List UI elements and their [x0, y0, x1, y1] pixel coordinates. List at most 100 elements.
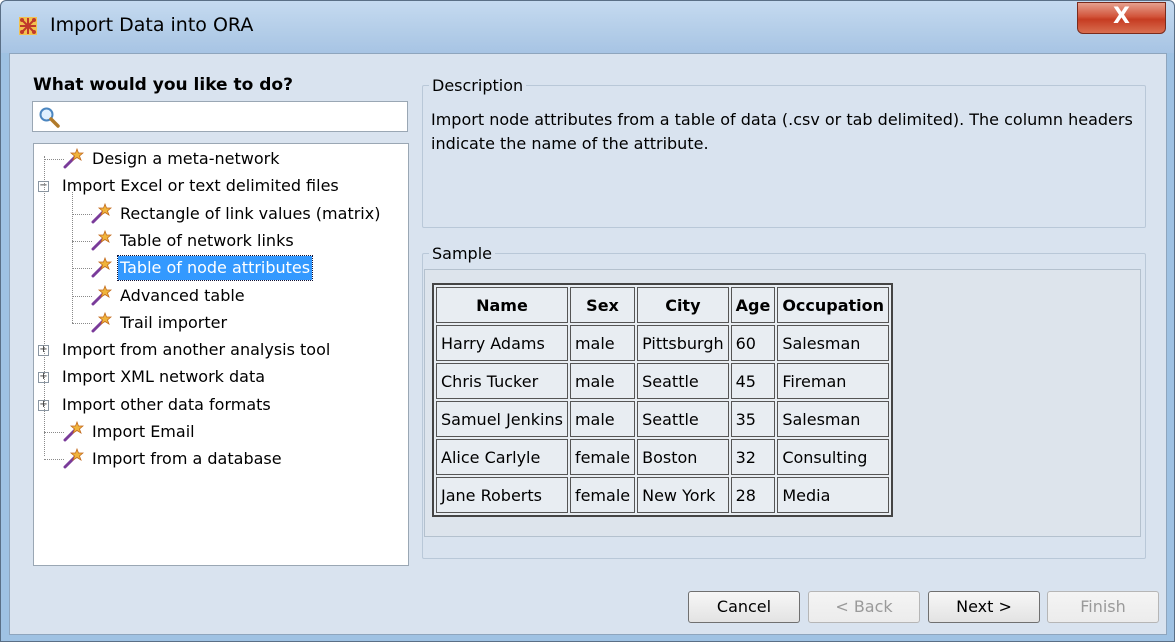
column-header: Name	[436, 287, 568, 323]
tree-item[interactable]: Trail importer	[34, 311, 408, 335]
ora-app-icon	[19, 17, 37, 35]
table-cell: 32	[730, 439, 776, 475]
tree-connector	[72, 295, 92, 297]
sample-table: Name Sex City Age Occupation Harry Adams male P…	[432, 283, 894, 517]
table-cell: Consulting	[777, 439, 890, 475]
cancel-button-label: Cancel	[716, 597, 772, 616]
table-cell: Salesman	[777, 325, 890, 361]
dialog-window: Import Data into ORA X What would you li…	[0, 0, 1175, 642]
table-cell: Seattle	[637, 401, 729, 437]
search-input[interactable]	[65, 105, 403, 128]
table-cell: Harry Adams	[436, 325, 568, 361]
column-header: Sex	[569, 287, 636, 323]
back-button-label: < Back	[835, 597, 893, 616]
table-cell: Boston	[637, 439, 729, 475]
search-icon	[39, 107, 60, 128]
table-row: Harry Adams male Pittsburgh 60 Salesman	[436, 325, 890, 361]
table-row: Jane Roberts female New York 28 Media	[436, 477, 890, 513]
table-cell: 60	[730, 325, 776, 361]
tree-guide-line	[44, 156, 45, 457]
magic-wand-icon	[90, 229, 113, 251]
table-row: Chris Tucker male Seattle 45 Fireman	[436, 363, 890, 399]
table-cell: female	[569, 477, 636, 513]
sample-label: Sample	[429, 244, 495, 263]
table-cell: 35	[730, 401, 776, 437]
description-text: Import node attributes from a table of d…	[431, 110, 1133, 153]
tree-item-label: Design a meta-network	[92, 149, 280, 168]
table-cell: Samuel Jenkins	[436, 401, 568, 437]
tree-connector	[72, 213, 92, 215]
tree-connector	[72, 322, 92, 324]
column-header: Age	[730, 287, 776, 323]
finish-button[interactable]: Finish	[1047, 591, 1159, 623]
table-cell: male	[569, 363, 636, 399]
table-cell: Alice Carlyle	[436, 439, 568, 475]
tree-item-label: Advanced table	[120, 285, 245, 305]
close-button[interactable]: X	[1077, 2, 1166, 34]
tree-item[interactable]: Table of node attributes	[34, 255, 408, 282]
tree-item-label: Import from a database	[92, 449, 282, 469]
import-options-tree: Design a meta-network − Import Excel or te…	[33, 143, 409, 566]
tree-item-label: Import Excel or text delimited files	[62, 176, 339, 196]
table-cell: male	[569, 401, 636, 437]
next-button[interactable]: Next >	[928, 591, 1040, 623]
table-cell: Pittsburgh	[637, 325, 729, 361]
table-row: Alice Carlyle female Boston 32 Consulting	[436, 439, 890, 475]
table-cell: Fireman	[777, 363, 890, 399]
tree-guide-line	[72, 192, 73, 323]
window-title: Import Data into ORA	[50, 14, 254, 36]
tree-connector	[44, 159, 64, 160]
title-bar[interactable]: Import Data into ORA X	[1, 1, 1174, 53]
finish-button-label: Finish	[1080, 597, 1126, 616]
tree-connector	[72, 240, 92, 242]
table-header-row: Name Sex City Age Occupation	[436, 287, 890, 323]
search-box[interactable]	[32, 101, 408, 132]
table-cell: Chris Tucker	[436, 363, 568, 399]
magic-wand-icon	[62, 447, 85, 469]
column-header: Occupation	[777, 287, 890, 323]
next-button-label: Next >	[956, 597, 1012, 616]
tree-item-label: Import other data formats	[62, 394, 271, 414]
tree-connector	[44, 459, 64, 461]
table-cell: New York	[637, 477, 729, 513]
table-cell: Jane Roberts	[436, 477, 568, 513]
tree-item-label: Import from another analysis tool	[62, 340, 331, 360]
tree-item[interactable]: + Import other data formats	[34, 393, 408, 417]
tree-item[interactable]: + Import XML network data	[34, 365, 408, 389]
tree-connector	[44, 432, 64, 433]
tree-item[interactable]: Import from a database	[34, 447, 408, 471]
tree-item-label: Table of network links	[120, 230, 294, 250]
description-group	[422, 85, 1146, 228]
tree-item-label: Trail importer	[120, 312, 228, 332]
table-cell: Salesman	[777, 401, 890, 437]
magic-wand-icon	[90, 284, 113, 306]
tree-item[interactable]: Rectangle of link values (matrix)	[34, 202, 408, 226]
back-button[interactable]: < Back	[808, 591, 920, 623]
tree-item[interactable]: Design a meta-network	[34, 147, 408, 171]
table-cell: Seattle	[637, 363, 729, 399]
magic-wand-icon	[90, 256, 113, 278]
magic-wand-icon	[90, 202, 113, 224]
table-row: Samuel Jenkins male Seattle 35 Salesman	[436, 401, 890, 437]
tree-item[interactable]: − Import Excel or text delimited files	[34, 174, 408, 198]
table-cell: male	[569, 325, 636, 361]
tree-item-label: Table of node attributes	[116, 255, 314, 282]
tree-connector	[72, 268, 92, 270]
tree-item-label: Import Email	[92, 422, 195, 441]
close-icon[interactable]: X	[1113, 4, 1130, 29]
table-cell: 45	[730, 363, 776, 399]
tree-item[interactable]: Import Email	[34, 420, 408, 444]
table-cell: 28	[730, 477, 776, 513]
magic-wand-icon	[62, 420, 85, 442]
tree-item-label: Rectangle of link values (matrix)	[120, 203, 381, 223]
description-label: Description	[429, 76, 527, 95]
cancel-button[interactable]: Cancel	[688, 591, 800, 623]
tree-heading: What would you like to do?	[33, 75, 293, 95]
tree-item[interactable]: Table of network links	[34, 229, 408, 253]
tree-item[interactable]: Advanced table	[34, 284, 408, 308]
column-header: City	[637, 287, 729, 323]
tree-item-label: Import XML network data	[62, 367, 266, 387]
table-cell: female	[569, 439, 636, 475]
magic-wand-icon	[62, 147, 85, 169]
tree-item[interactable]: + Import from another analysis tool	[34, 338, 408, 362]
